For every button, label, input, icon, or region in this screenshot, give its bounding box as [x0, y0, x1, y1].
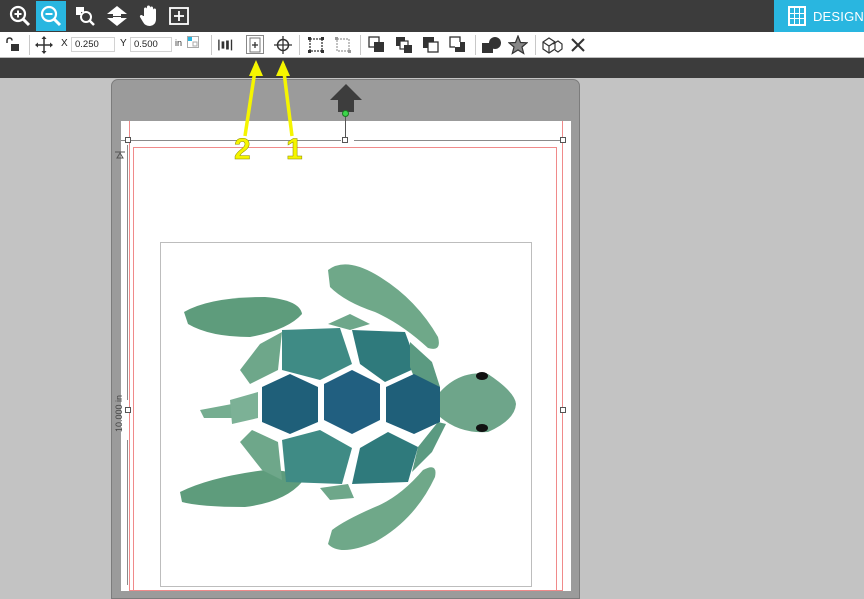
anchor-point-icon[interactable] — [186, 35, 200, 49]
ungroup-icon[interactable] — [334, 36, 352, 54]
y-label: Y — [120, 38, 127, 49]
bring-forward-icon[interactable] — [395, 36, 413, 54]
weld-icon[interactable] — [481, 36, 503, 54]
bring-to-front-icon[interactable] — [368, 36, 386, 54]
send-backward-icon[interactable] — [422, 36, 440, 54]
zoom-fit-icon[interactable] — [164, 1, 194, 31]
resize-handle-top[interactable] — [342, 137, 348, 143]
zoom-selection-icon[interactable] — [70, 1, 100, 31]
callout-label-1: 1 — [286, 133, 303, 167]
pan-hand-icon[interactable] — [134, 1, 164, 31]
design-tab-label: DESIGN — [812, 8, 864, 24]
design-tab[interactable]: DESIGN — [774, 0, 864, 32]
top-toolbar: DESIGN — [0, 0, 864, 32]
resize-handle-left[interactable] — [125, 407, 131, 413]
fit-to-page-icon[interactable] — [102, 1, 132, 31]
ruler-top-marker-icon — [115, 146, 125, 164]
resize-handle-top-left[interactable] — [125, 137, 131, 143]
center-crosshair-icon[interactable] — [274, 36, 292, 54]
resize-handle-top-right[interactable] — [560, 137, 566, 143]
unlock-icon[interactable] — [4, 36, 22, 54]
callout-label-2: 2 — [234, 133, 251, 167]
center-to-page-icon[interactable] — [246, 35, 264, 54]
align-icon[interactable] — [218, 36, 236, 54]
sea-turtle-image[interactable] — [170, 252, 522, 567]
unit-label: in — [175, 38, 183, 48]
zoom-in-icon[interactable] — [5, 1, 35, 31]
move-icon[interactable] — [35, 36, 53, 54]
ruler-line-lower — [127, 440, 128, 585]
group-icon[interactable] — [307, 36, 325, 54]
rotation-stem — [345, 116, 346, 138]
x-label: X — [61, 38, 68, 49]
y-position-field[interactable]: 0.500 — [130, 37, 172, 52]
rotation-handle[interactable] — [342, 110, 349, 117]
x-position-field[interactable]: 0.250 — [71, 37, 115, 52]
3d-box-icon[interactable] — [541, 36, 563, 54]
ruler-length-label: 10.000 in — [114, 394, 124, 432]
close-icon[interactable] — [569, 36, 587, 54]
resize-handle-right[interactable] — [560, 407, 566, 413]
grid-icon — [788, 6, 806, 26]
star-shape-icon[interactable] — [508, 35, 528, 55]
toolbar-divider-strip — [0, 58, 864, 78]
ruler-line-upper — [127, 145, 128, 400]
selection-line-right — [354, 140, 566, 141]
object-toolbar: X 0.250 Y 0.500 in — [0, 32, 864, 58]
zoom-out-icon[interactable] — [36, 1, 66, 31]
send-to-back-icon[interactable] — [449, 36, 467, 54]
